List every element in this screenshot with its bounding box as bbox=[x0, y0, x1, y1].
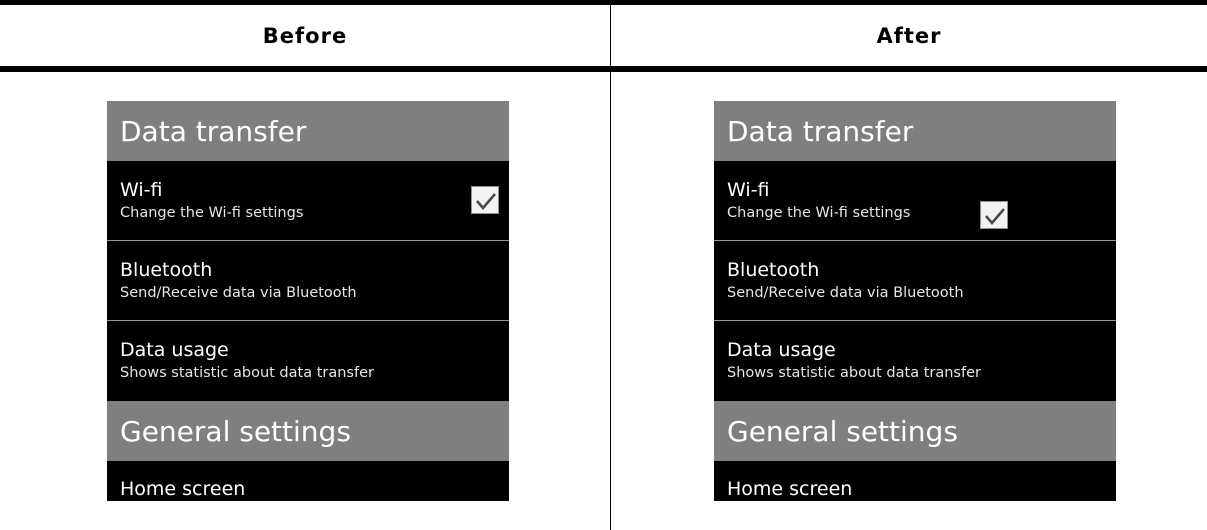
list-item-wifi[interactable]: Wi-fi Change the Wi-fi settings bbox=[107, 161, 509, 241]
column-header-before: Before bbox=[262, 23, 348, 48]
list-item-home-screen[interactable]: Home screen bbox=[107, 461, 509, 500]
checkmark-icon bbox=[476, 193, 496, 210]
list-item-data-usage[interactable]: Data usage Shows statistic about data tr… bbox=[107, 321, 509, 401]
list-item-wifi[interactable]: Wi-fi Change the Wi-fi settings bbox=[714, 161, 1116, 241]
settings-list-after: Data transfer Wi-fi Change the Wi-fi set… bbox=[714, 101, 1116, 501]
column-divider bbox=[610, 0, 611, 530]
column-header-after: After bbox=[876, 23, 942, 48]
list-item-data-usage[interactable]: Data usage Shows statistic about data tr… bbox=[714, 321, 1116, 401]
list-item-home-screen[interactable]: Home screen bbox=[714, 461, 1116, 500]
item-subtitle: Change the Wi-fi settings bbox=[727, 205, 911, 221]
item-subtitle: Send/Receive data via Bluetooth bbox=[120, 285, 357, 301]
item-title: Home screen bbox=[120, 478, 246, 500]
wifi-checkbox[interactable] bbox=[980, 201, 1008, 229]
section-header-data-transfer: Data transfer bbox=[714, 101, 1116, 161]
item-title: Data usage bbox=[727, 339, 836, 361]
section-header-general-settings: General settings bbox=[107, 401, 509, 461]
section-header-data-transfer: Data transfer bbox=[107, 101, 509, 161]
item-title: Wi-fi bbox=[120, 179, 163, 201]
list-item-bluetooth[interactable]: Bluetooth Send/Receive data via Bluetoot… bbox=[107, 241, 509, 321]
item-title: Data usage bbox=[120, 339, 229, 361]
section-header-general-settings: General settings bbox=[714, 401, 1116, 461]
settings-list-before: Data transfer Wi-fi Change the Wi-fi set… bbox=[107, 101, 509, 501]
item-subtitle: Shows statistic about data transfer bbox=[727, 365, 981, 381]
item-subtitle: Change the Wi-fi settings bbox=[120, 205, 304, 221]
item-subtitle: Send/Receive data via Bluetooth bbox=[727, 285, 964, 301]
checkmark-icon bbox=[985, 208, 1005, 225]
header-rule bbox=[0, 66, 1207, 72]
wifi-checkbox[interactable] bbox=[471, 186, 499, 214]
list-item-bluetooth[interactable]: Bluetooth Send/Receive data via Bluetoot… bbox=[714, 241, 1116, 321]
item-title: Bluetooth bbox=[727, 259, 820, 281]
item-subtitle: Shows statistic about data transfer bbox=[120, 365, 374, 381]
item-title: Home screen bbox=[727, 478, 853, 500]
item-title: Wi-fi bbox=[727, 179, 770, 201]
item-title: Bluetooth bbox=[120, 259, 213, 281]
